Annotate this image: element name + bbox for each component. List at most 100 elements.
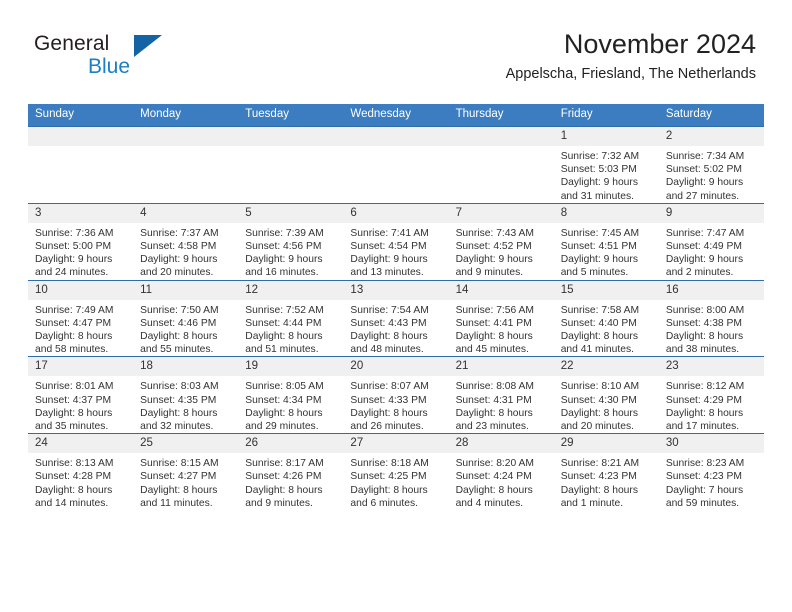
calendar-day-cell[interactable]: 19 Sunrise: 8:05 AM Sunset: 4:34 PM Dayligh… [238, 356, 344, 434]
calendar-day-cell[interactable]: 7 Sunrise: 7:43 AM Sunset: 4:52 PM Daylight… [448, 202, 554, 281]
sunrise-text: Sunrise: 7:52 AM [245, 304, 324, 316]
daylight-text: Daylight: 8 hours and 17 minutes. [665, 407, 744, 433]
calendar-day-cell[interactable]: 1 Sunrise: 7:32 AM Sunset: 5:03 PM Daylight… [553, 126, 659, 204]
day-sun-info: Sunrise: 8:08 AM Sunset: 4:31 PM Daylight:… [449, 376, 554, 433]
day-sun-info: Sunrise: 8:00 AM Sunset: 4:38 PM Daylight:… [659, 300, 764, 357]
calendar-day-cell[interactable]: 6 Sunrise: 7:41 AM Sunset: 4:54 PM Daylight… [343, 202, 449, 281]
day-number: 13 [343, 280, 449, 300]
day-number [133, 127, 239, 146]
sunrise-text: Sunrise: 8:01 AM [35, 381, 114, 393]
sunrise-text: Sunrise: 8:07 AM [350, 381, 429, 393]
day-number: 9 [658, 203, 764, 223]
calendar-day-cell[interactable]: 11 Sunrise: 7:50 AM Sunset: 4:46 PM Dayligh… [133, 279, 239, 357]
daylight-text: Daylight: 8 hours and 6 minutes. [350, 484, 428, 509]
calendar-day-cell[interactable]: 26 Sunrise: 8:17 AM Sunset: 4:26 PM Dayligh… [238, 433, 344, 511]
calendar-day-cell[interactable]: 25 Sunrise: 8:15 AM Sunset: 4:27 PM Dayligh… [133, 433, 239, 511]
day-sun-info: Sunrise: 8:17 AM Sunset: 4:26 PM Daylight:… [238, 453, 343, 510]
weekday-header-monday: Monday [133, 104, 239, 127]
calendar-day-cell[interactable]: 27 Sunrise: 8:18 AM Sunset: 4:25 PM Dayligh… [343, 433, 449, 511]
calendar-day-cell[interactable]: 15 Sunrise: 7:58 AM Sunset: 4:40 PM Dayligh… [553, 279, 659, 357]
sunrise-text: Sunrise: 7:47 AM [665, 227, 745, 239]
calendar-day-cell-empty [448, 126, 554, 204]
day-number: 25 [133, 434, 239, 454]
sunset-text: Sunset: 4:33 PM [350, 394, 427, 406]
sunrise-text: Sunrise: 7:56 AM [455, 304, 534, 316]
calendar-day-cell[interactable]: 30 Sunrise: 8:23 AM Sunset: 4:23 PM Dayligh… [658, 433, 764, 511]
calendar-day-cell[interactable]: 10 Sunrise: 7:49 AM Sunset: 4:47 PM Dayligh… [28, 279, 134, 357]
calendar-day-cell[interactable]: 22 Sunrise: 8:10 AM Sunset: 4:30 PM Dayligh… [553, 356, 659, 434]
sunrise-text: Sunrise: 7:43 AM [455, 227, 534, 239]
calendar-day-cell-empty [238, 126, 344, 204]
weekday-header-thursday: Thursday [448, 104, 554, 127]
calendar-day-cell[interactable]: 9 Sunrise: 7:47 AM Sunset: 4:49 PM Daylight… [658, 202, 764, 281]
calendar-day-cell[interactable]: 14 Sunrise: 7:56 AM Sunset: 4:41 PM Dayligh… [448, 279, 554, 357]
daylight-text: Daylight: 8 hours and 26 minutes. [350, 407, 428, 433]
daylight-text: Daylight: 8 hours and 11 minutes. [140, 484, 218, 509]
sunrise-text: Sunrise: 8:15 AM [140, 458, 219, 470]
calendar-day-cell[interactable]: 2 Sunrise: 7:34 AM Sunset: 5:02 PM Daylight… [658, 126, 764, 204]
daylight-text: Daylight: 9 hours and 24 minutes. [35, 254, 113, 279]
calendar-day-cell[interactable]: 23 Sunrise: 8:12 AM Sunset: 4:29 PM Dayligh… [658, 356, 764, 434]
day-sun-info: Sunrise: 7:43 AM Sunset: 4:52 PM Daylight:… [449, 223, 554, 280]
sunrise-text: Sunrise: 7:34 AM [665, 151, 745, 162]
day-sun-info: Sunrise: 8:15 AM Sunset: 4:27 PM Daylight:… [133, 453, 238, 510]
sunrise-text: Sunrise: 8:08 AM [455, 381, 534, 393]
calendar-day-cell[interactable]: 16 Sunrise: 8:00 AM Sunset: 4:38 PM Dayligh… [658, 279, 764, 357]
day-number: 14 [448, 280, 554, 300]
day-sun-info: Sunrise: 7:58 AM Sunset: 4:40 PM Daylight:… [554, 300, 659, 357]
calendar-day-cell[interactable]: 3 Sunrise: 7:36 AM Sunset: 5:00 PM Daylight… [28, 202, 134, 281]
day-number: 1 [553, 127, 659, 146]
calendar-day-cell[interactable]: 17 Sunrise: 8:01 AM Sunset: 4:37 PM Dayligh… [28, 356, 134, 434]
sunset-text: Sunset: 4:47 PM [35, 317, 112, 329]
calendar-day-cell[interactable]: 13 Sunrise: 7:54 AM Sunset: 4:43 PM Dayligh… [343, 279, 449, 357]
day-number: 2 [658, 127, 764, 146]
daylight-text: Daylight: 8 hours and 23 minutes. [455, 407, 533, 433]
day-number: 29 [553, 434, 659, 454]
daylight-text: Daylight: 8 hours and 58 minutes. [35, 331, 113, 356]
day-number: 6 [343, 203, 449, 223]
day-sun-info: Sunrise: 7:41 AM Sunset: 4:54 PM Daylight:… [343, 223, 448, 280]
daylight-text: Daylight: 8 hours and 20 minutes. [560, 407, 638, 433]
calendar-day-cell[interactable]: 21 Sunrise: 8:08 AM Sunset: 4:31 PM Dayligh… [448, 356, 554, 434]
sunset-text: Sunset: 4:51 PM [560, 241, 637, 253]
sunset-text: Sunset: 4:23 PM [560, 471, 637, 483]
calendar-day-cell[interactable]: 24 Sunrise: 8:13 AM Sunset: 4:28 PM Dayligh… [28, 433, 134, 511]
day-sun-info: Sunrise: 8:01 AM Sunset: 4:37 PM Daylight:… [28, 376, 133, 433]
day-number: 11 [133, 280, 239, 300]
brand-logo[interactable]: General Blue [34, 33, 234, 83]
calendar-day-cell[interactable]: 18 Sunrise: 8:03 AM Sunset: 4:35 PM Dayligh… [133, 356, 239, 434]
page-header: General Blue November 2024 Appelscha, Fr… [0, 0, 792, 82]
day-sun-info: Sunrise: 7:32 AM Sunset: 5:03 PM Daylight:… [554, 146, 659, 203]
calendar-week-row: 10 Sunrise: 7:49 AM Sunset: 4:47 PM Dayligh… [28, 279, 764, 357]
day-number: 4 [133, 203, 239, 223]
calendar-day-cell[interactable]: 5 Sunrise: 7:39 AM Sunset: 4:56 PM Daylight… [238, 202, 344, 281]
calendar-day-cell[interactable]: 29 Sunrise: 8:21 AM Sunset: 4:23 PM Dayligh… [553, 433, 659, 511]
day-sun-info: Sunrise: 8:23 AM Sunset: 4:23 PM Daylight:… [659, 453, 764, 510]
sunset-text: Sunset: 4:46 PM [140, 317, 217, 329]
sunrise-text: Sunrise: 7:54 AM [350, 304, 429, 316]
day-number: 20 [343, 357, 449, 377]
calendar-day-cell[interactable]: 20 Sunrise: 8:07 AM Sunset: 4:33 PM Dayligh… [343, 356, 449, 434]
sunset-text: Sunset: 4:54 PM [350, 241, 427, 253]
sunset-text: Sunset: 4:31 PM [455, 394, 532, 406]
sunset-text: Sunset: 4:28 PM [35, 471, 112, 483]
calendar-day-cell[interactable]: 4 Sunrise: 7:37 AM Sunset: 4:58 PM Daylight… [133, 202, 239, 281]
day-number: 10 [28, 280, 134, 300]
day-number: 17 [28, 357, 134, 377]
day-sun-info: Sunrise: 7:45 AM Sunset: 4:51 PM Daylight:… [554, 223, 659, 280]
daylight-text: Daylight: 8 hours and 4 minutes. [455, 484, 533, 509]
sunset-text: Sunset: 4:35 PM [140, 394, 217, 406]
calendar-day-cell[interactable]: 12 Sunrise: 7:52 AM Sunset: 4:44 PM Dayligh… [238, 279, 344, 357]
day-sun-info: Sunrise: 8:13 AM Sunset: 4:28 PM Daylight:… [28, 453, 133, 510]
sunrise-text: Sunrise: 7:36 AM [35, 227, 114, 239]
day-sun-info: Sunrise: 8:05 AM Sunset: 4:34 PM Daylight:… [238, 376, 343, 433]
calendar-day-cell[interactable]: 8 Sunrise: 7:45 AM Sunset: 4:51 PM Daylight… [553, 202, 659, 281]
weekday-header-wednesday: Wednesday [343, 104, 449, 127]
day-number: 16 [658, 280, 764, 300]
calendar-body: 1 Sunrise: 7:32 AM Sunset: 5:03 PM Daylight… [28, 126, 764, 511]
daylight-text: Daylight: 9 hours and 20 minutes. [140, 254, 218, 279]
calendar-week-row: 17 Sunrise: 8:01 AM Sunset: 4:37 PM Dayligh… [28, 356, 764, 434]
calendar-day-cell[interactable]: 28 Sunrise: 8:20 AM Sunset: 4:24 PM Dayligh… [448, 433, 554, 511]
daylight-text: Daylight: 8 hours and 29 minutes. [245, 407, 323, 433]
sunrise-text: Sunrise: 8:18 AM [350, 458, 429, 470]
